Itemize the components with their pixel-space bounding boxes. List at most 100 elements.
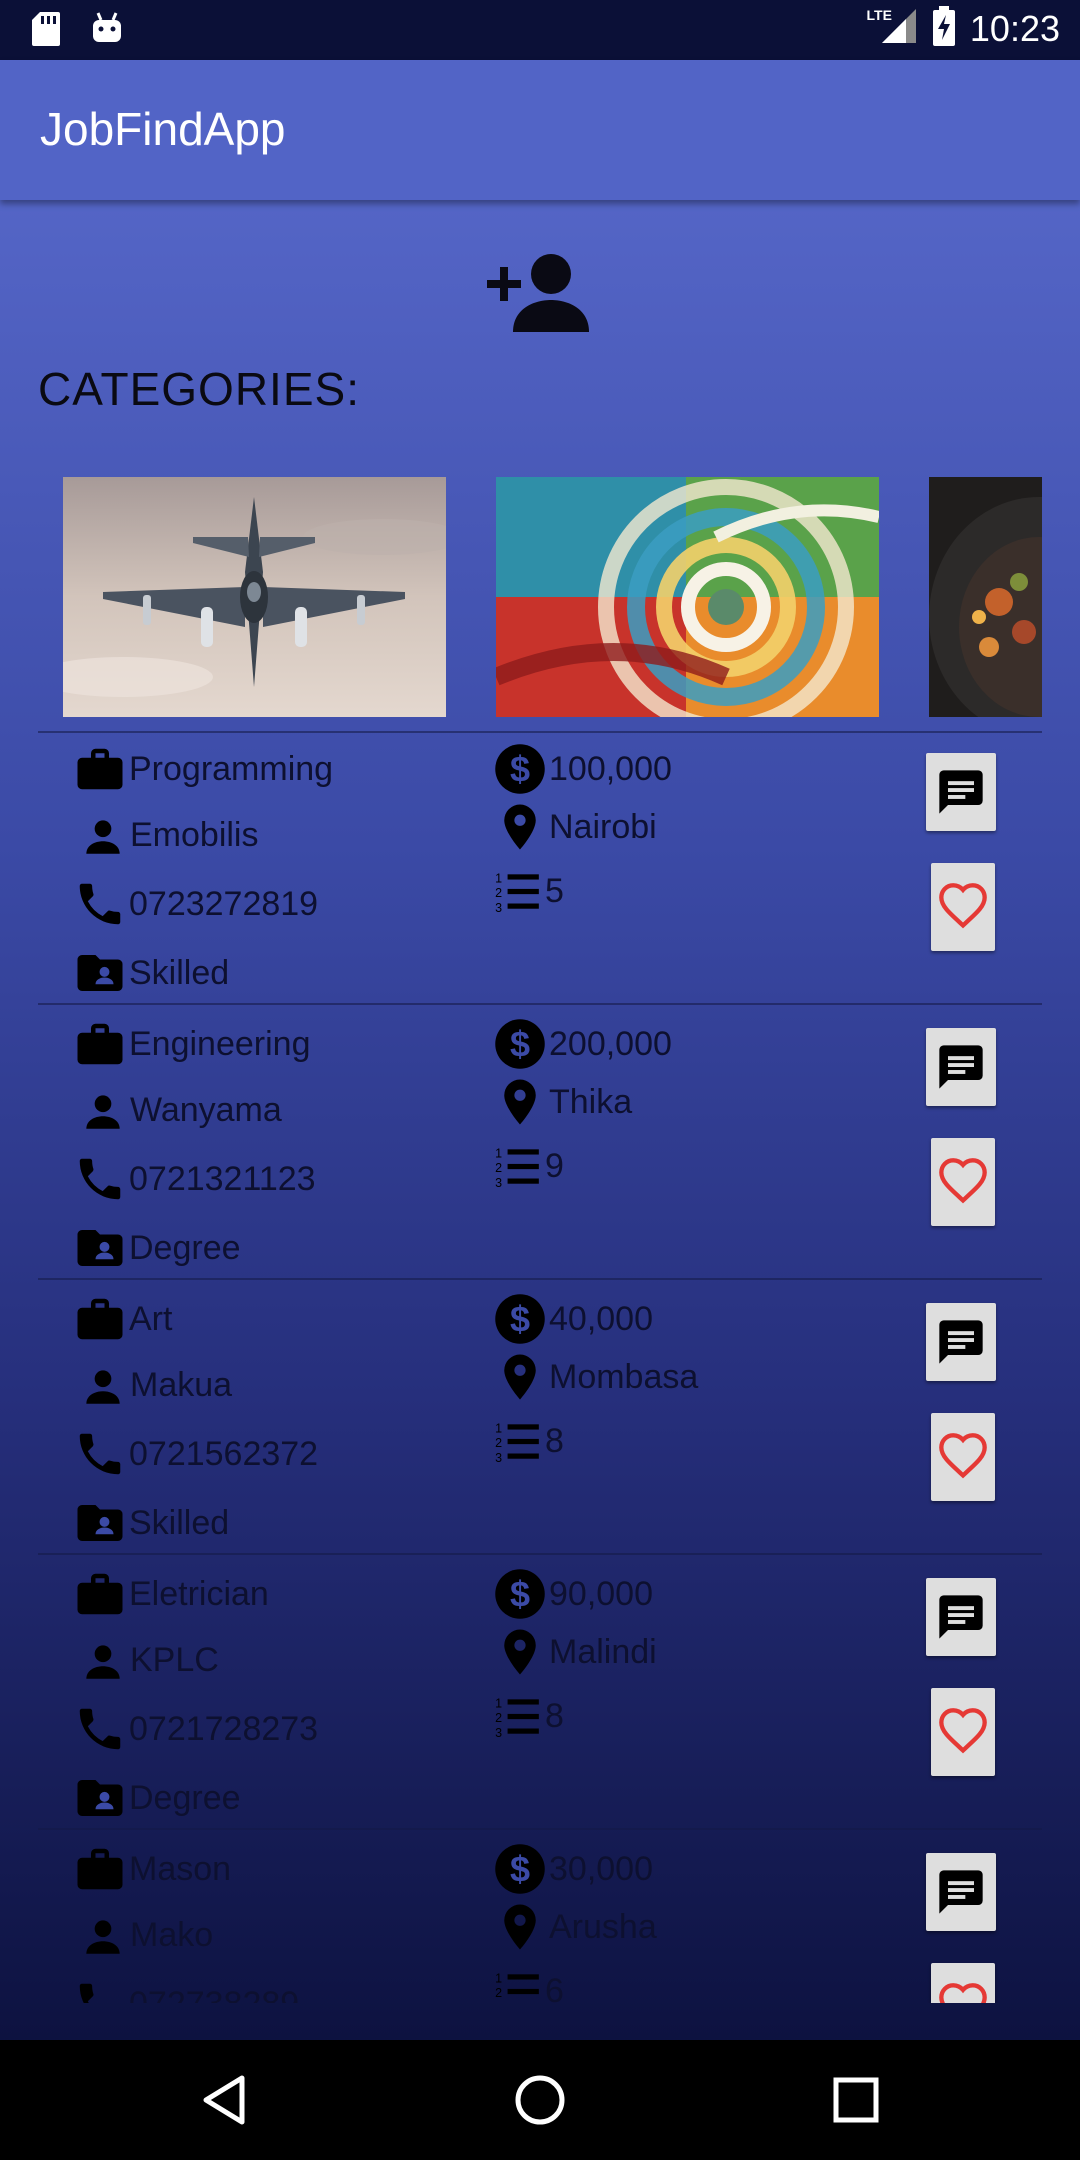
svg-text:1: 1	[495, 872, 502, 886]
job-salary: 30,000	[549, 1849, 653, 1888]
category-image-food[interactable]	[929, 477, 1042, 717]
favorite-button[interactable]	[931, 1688, 995, 1776]
job-phone: 0723272819	[129, 884, 319, 923]
person-icon	[78, 1635, 128, 1685]
job-salary-field: $90,000	[493, 1567, 653, 1621]
person-icon	[78, 1085, 128, 1135]
favorite-button[interactable]	[931, 1963, 995, 2003]
svg-text:1: 1	[495, 1697, 502, 1711]
job-list-item[interactable]: Engineering Wanyama 0721321123 Degree $200,0…	[0, 1005, 1080, 1280]
svg-text:$: $	[510, 1848, 530, 1889]
dollar-icon: $	[493, 1292, 547, 1346]
job-phone-field: 0721321123	[73, 1152, 316, 1206]
svg-text:$: $	[510, 1023, 530, 1064]
job-count-field: 1238	[493, 1416, 564, 1466]
sd-card-icon	[30, 10, 62, 53]
briefcase-icon	[73, 1567, 127, 1621]
main-content: CATEGORIES: Programming Emobilis 0723272…	[0, 200, 1080, 2040]
job-level: Degree	[129, 1778, 241, 1817]
phone-icon	[73, 1152, 127, 1206]
job-employer: KPLC	[130, 1640, 219, 1679]
numbered-list-icon: 123	[493, 1141, 543, 1191]
svg-text:1: 1	[495, 1147, 502, 1161]
message-icon	[935, 1041, 987, 1093]
category-image-art[interactable]	[496, 477, 879, 717]
job-category-field: Mason	[73, 1842, 231, 1896]
message-button[interactable]	[926, 1853, 996, 1931]
app-bar: JobFindApp	[0, 60, 1080, 200]
numbered-list-icon: 123	[493, 1966, 543, 2003]
job-list[interactable]: Programming Emobilis 0723272819 Skilled $100…	[0, 730, 1080, 2003]
job-count-field: 1235	[493, 866, 564, 916]
favorite-button[interactable]	[931, 863, 995, 951]
job-salary: 100,000	[549, 749, 672, 788]
location-pin-icon	[493, 1900, 547, 1954]
phone-icon	[73, 877, 127, 931]
job-level-field: Degree	[73, 1771, 241, 1825]
job-location: Nairobi	[549, 807, 657, 846]
job-category: Engineering	[129, 1024, 311, 1063]
job-salary-field: $40,000	[493, 1292, 653, 1346]
message-icon	[935, 1316, 987, 1368]
svg-text:2: 2	[495, 1161, 502, 1175]
svg-text:3: 3	[495, 2001, 502, 2003]
color-swirl-image	[496, 477, 879, 717]
job-category-field: Art	[73, 1292, 172, 1346]
job-employer: Emobilis	[130, 815, 259, 854]
job-category: Eletrician	[129, 1574, 269, 1613]
back-icon[interactable]	[196, 2070, 256, 2130]
category-carousel[interactable]	[0, 477, 1080, 717]
numbered-list-icon: 123	[493, 1691, 543, 1741]
job-phone-field: 0721728273	[73, 1702, 318, 1756]
phone-icon	[73, 1977, 127, 2003]
clock: 10:23	[969, 7, 1060, 49]
job-category-field: Eletrician	[73, 1567, 269, 1621]
battery-charging-icon	[932, 6, 956, 51]
numbered-list-icon: 123	[493, 1416, 543, 1466]
job-employer-field: Mako	[78, 1910, 213, 1960]
job-level-field: Degree	[73, 1221, 241, 1275]
favorite-button[interactable]	[931, 1138, 995, 1226]
phone-icon	[73, 1427, 127, 1481]
category-image-jet[interactable]	[63, 477, 446, 717]
recents-icon[interactable]	[826, 2070, 886, 2130]
message-button[interactable]	[926, 1578, 996, 1656]
job-location: Mombasa	[549, 1357, 699, 1396]
person-add-icon[interactable]	[485, 252, 595, 332]
job-salary-field: $200,000	[493, 1017, 672, 1071]
job-list-item[interactable]: MasonMako072738289$30,000Arusha1236	[0, 1830, 1080, 2003]
job-salary: 40,000	[549, 1299, 653, 1338]
heart-outline-icon	[937, 1981, 989, 2003]
navigation-bar	[0, 2040, 1080, 2160]
location-pin-icon	[493, 1350, 547, 1404]
job-location-field: Malindi	[493, 1625, 657, 1679]
location-pin-icon	[493, 1625, 547, 1679]
briefcase-icon	[73, 1842, 127, 1896]
job-list-item[interactable]: Art Makua 0721562372 Skilled $40,000 Mombasa 1…	[0, 1280, 1080, 1555]
message-icon	[935, 1591, 987, 1643]
job-location: Malindi	[549, 1632, 657, 1671]
job-count: 5	[545, 871, 564, 910]
home-icon[interactable]	[510, 2070, 570, 2130]
fighter-jet-image	[63, 477, 446, 717]
message-button[interactable]	[926, 753, 996, 831]
favorite-button[interactable]	[931, 1413, 995, 1501]
job-location-field: Nairobi	[493, 800, 657, 854]
person-icon	[78, 1360, 128, 1410]
svg-text:3: 3	[495, 1451, 502, 1465]
briefcase-icon	[73, 1017, 127, 1071]
dollar-icon: $	[493, 742, 547, 796]
job-count-field: 1238	[493, 1691, 564, 1741]
message-button[interactable]	[926, 1028, 996, 1106]
person-icon	[78, 1910, 128, 1960]
job-employer: Wanyama	[130, 1090, 282, 1129]
folder-person-icon	[73, 1771, 127, 1825]
job-list-item[interactable]: Eletrician KPLC 0721728273 Degree $90,000 Mal…	[0, 1555, 1080, 1830]
status-bar: LTE 10:23	[0, 0, 1080, 60]
message-button[interactable]	[926, 1303, 996, 1381]
svg-text:2: 2	[495, 1711, 502, 1725]
job-list-item[interactable]: Programming Emobilis 0723272819 Skilled $100…	[0, 730, 1080, 1005]
svg-text:$: $	[510, 1298, 530, 1339]
job-location-field: Mombasa	[493, 1350, 698, 1404]
svg-text:2: 2	[495, 1436, 502, 1450]
